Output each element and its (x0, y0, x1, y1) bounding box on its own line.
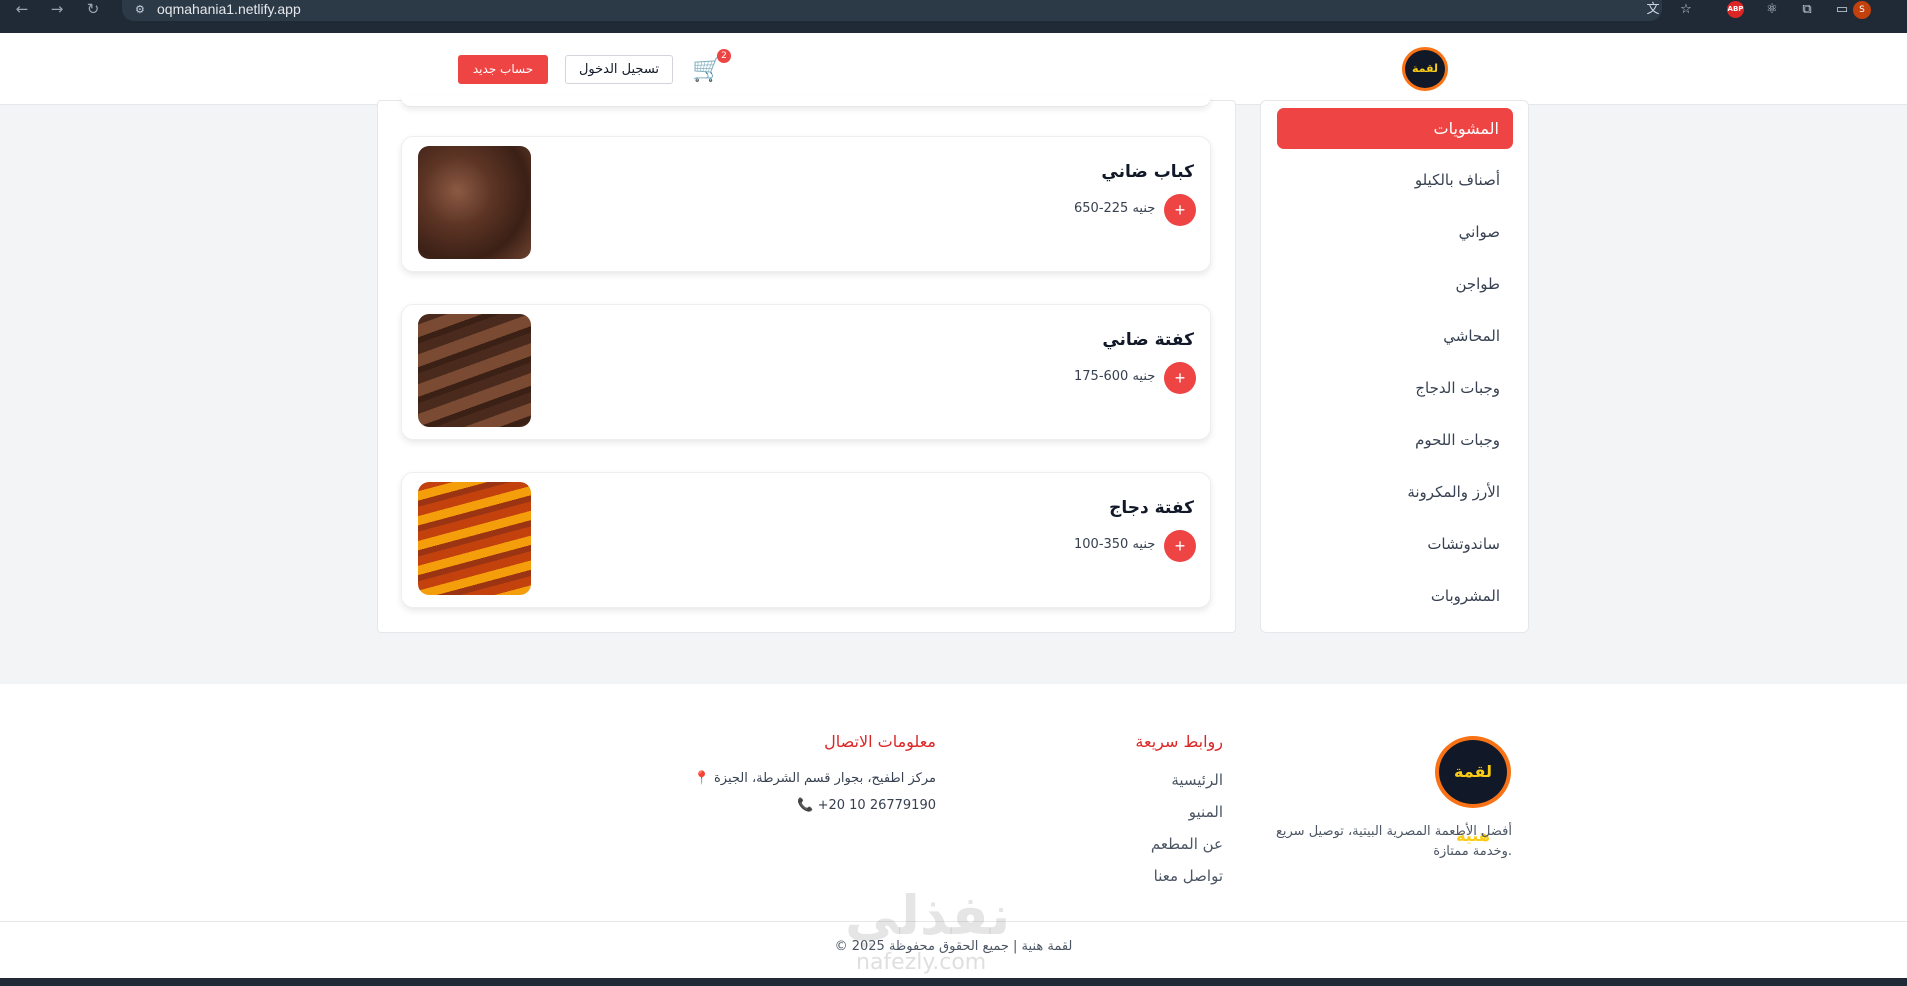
location-pin-icon: 📍 (693, 771, 710, 786)
menu-item-price: 650-225 جنيه (1074, 201, 1156, 216)
category-item-active[interactable]: المشويات (1277, 108, 1513, 149)
category-item[interactable]: صواني (1459, 223, 1500, 241)
site-logo[interactable]: لقمة هنية (1402, 47, 1448, 113)
footer-link-menu[interactable]: المنيو (1189, 803, 1223, 821)
cart-count-badge: 2 (717, 49, 731, 63)
menu-item-card: كفتة ضاني + 175-600 جنيه (401, 304, 1211, 440)
menu-item-price: 100-350 جنيه (1074, 537, 1156, 552)
category-item[interactable]: الأرز والمكرونة (1407, 483, 1500, 501)
category-item[interactable]: المشروبات (1431, 587, 1500, 605)
add-to-cart-button[interactable]: + (1164, 530, 1196, 562)
adblock-icon[interactable]: ABP (1727, 1, 1744, 18)
menu-item-image (418, 314, 531, 427)
watermark: نفذلي (845, 884, 1011, 947)
reload-icon[interactable]: ↻ (83, 0, 103, 20)
contact-phone: 📞 +20 10 26779190 (797, 798, 936, 813)
menu-item-price: 175-600 جنيه (1074, 369, 1156, 384)
extensions-icon[interactable]: ⧉ (1797, 1, 1817, 18)
address-text: مركز اطفيح، بجوار قسم الشرطة، الجيزة (713, 771, 936, 786)
footer-link-about[interactable]: عن المطعم (1151, 835, 1223, 853)
contact-address: 📍 مركز اطفيح، بجوار قسم الشرطة، الجيزة (694, 771, 936, 786)
footer-link-contact[interactable]: تواصل معنا (1154, 867, 1223, 885)
menu-item-name: كفتة دجاج (1109, 498, 1194, 518)
menu-item-name: كباب ضاني (1101, 162, 1194, 182)
taskbar-strip (0, 978, 1907, 986)
category-item[interactable]: وجبات الدجاج (1415, 379, 1500, 397)
watermark-url: nafezly.com (856, 950, 987, 975)
react-devtools-icon[interactable]: ⚛ (1762, 1, 1782, 18)
category-item[interactable]: طواجن (1455, 275, 1500, 293)
address-bar[interactable] (122, 0, 1662, 21)
menu-item-name: كفتة ضاني (1102, 330, 1194, 350)
phone-icon: 📞 (797, 798, 814, 813)
url-text[interactable]: oqmahania1.netlify.app (157, 1, 301, 17)
translate-icon[interactable]: 文 (1643, 1, 1663, 18)
add-to-cart-button[interactable]: + (1164, 194, 1196, 226)
contact-info-heading: معلومات الاتصال (824, 732, 936, 751)
sidepanel-icon[interactable]: ▭ (1832, 1, 1852, 18)
quick-links-heading: روابط سريعة (1135, 732, 1223, 751)
category-item[interactable]: المحاشي (1443, 327, 1500, 345)
category-item[interactable]: وجبات اللحوم (1415, 431, 1500, 449)
profile-avatar[interactable]: S (1853, 1, 1871, 19)
site-footer: لقمة هنية أفضل الأطعمة المصرية البيتية، … (0, 684, 1907, 986)
menu-item-card: كفتة دجاج + 100-350 جنيه (401, 472, 1211, 608)
back-icon[interactable]: ← (12, 0, 32, 20)
footer-description: أفضل الأطعمة المصرية البيتية، توصيل سريع… (1275, 824, 1512, 859)
menu-card-previous (401, 95, 1211, 107)
forward-icon[interactable]: → (47, 0, 67, 20)
menu-item-card: كباب ضاني + 650-225 جنيه (401, 136, 1211, 272)
category-sidebar: المشويات أصناف بالكيلو صواني طواجن المحا… (1260, 100, 1529, 633)
menu-item-image (418, 482, 531, 595)
menu-item-image (418, 146, 531, 259)
login-button[interactable]: تسجيل الدخول (565, 55, 673, 84)
register-button[interactable]: حساب جديد (458, 55, 548, 84)
bookmark-star-icon[interactable]: ☆ (1676, 1, 1696, 18)
site-info-icon[interactable]: ⚙ (135, 3, 145, 16)
category-item[interactable]: ساندوتشات (1427, 535, 1500, 553)
category-item[interactable]: أصناف بالكيلو (1415, 171, 1500, 189)
add-to-cart-button[interactable]: + (1164, 362, 1196, 394)
footer-link-home[interactable]: الرئيسية (1171, 771, 1223, 789)
phone-text: +20 10 26779190 (817, 798, 936, 813)
footer-logo: لقمة هنية (1435, 736, 1511, 845)
browser-toolbar: ← → ↻ ⚙ oqmahania1.netlify.app 文 ☆ ABP ⚛… (0, 0, 1907, 33)
